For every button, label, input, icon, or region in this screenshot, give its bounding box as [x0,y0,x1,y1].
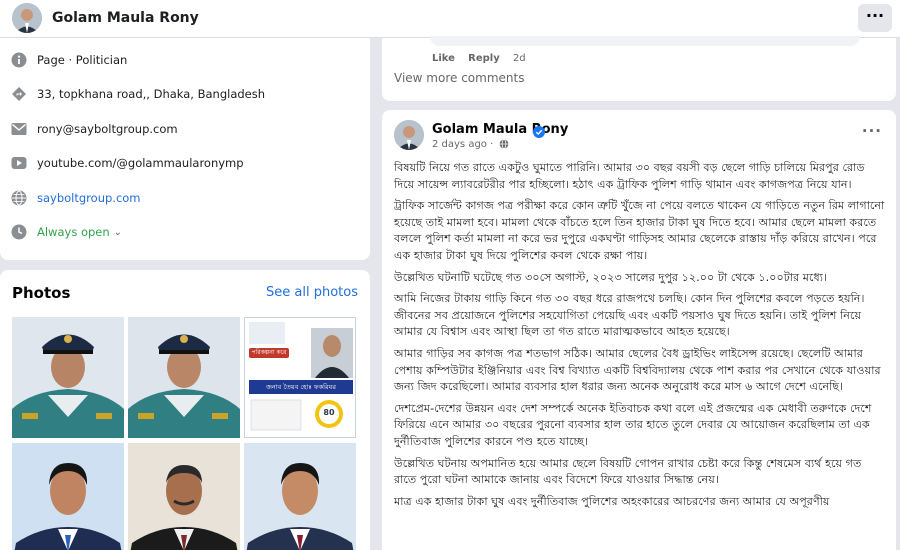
info-icon [10,51,28,69]
post-paragraph: উল্লেখিত ঘটনায় অপমানিত হয়ে আমার ছেলে ব… [394,456,862,487]
hours-text[interactable]: Always open [37,225,110,239]
comment-time[interactable]: 2d [513,53,526,64]
intro-category: Page · Politician [10,50,127,70]
post-meta[interactable]: 2 days ago · [432,139,509,152]
youtube-text[interactable]: youtube.com/@golammaularonymp [37,156,244,170]
location-pin-icon [10,85,28,103]
post-more-options-button[interactable]: ··· [862,122,882,140]
page-header: Golam Maula Rony ··· [0,0,900,38]
post-paragraph: উল্লেখিত ঘটনাটি ঘটেছে গত ৩০সে অগাস্ট, ২০… [394,270,828,284]
view-more-comments-link[interactable]: View more comments [394,71,524,85]
intro-website[interactable]: sayboltgroup.com [10,188,141,208]
poster-thumbnail[interactable]: পরিকল্পনা করে জনাব তৈয়ব হোঃ ফকরিযর 80 [244,317,356,438]
photo-thumbnail[interactable] [12,317,124,438]
poster-banner-text: পরিকল্পনা করে [251,349,287,356]
poster-line-text: জনাব তৈয়ব হোঃ ফকরিযর [266,383,336,391]
reply-comment-button[interactable]: Reply [468,53,500,64]
more-options-button[interactable]: ··· [858,4,892,32]
post-author-avatar[interactable] [394,120,424,150]
page-avatar[interactable] [12,3,42,33]
post-card: Golam Maula Rony 2 days ago · ··· বিষয়ট… [382,110,896,550]
category-text: Page · Politician [37,53,128,67]
globe-icon [10,189,28,207]
post-paragraph: বিষয়টি নিয়ে গত রাতে একটুও ঘুমাতে পারিন… [394,161,865,191]
globe-icon [499,139,509,152]
poster-badge-text: 80 [323,408,335,417]
email-text[interactable]: rony@sayboltgroup.com [37,122,178,136]
like-comment-button[interactable]: Like [432,53,455,64]
website-link[interactable]: sayboltgroup.com [37,191,141,205]
address-text: 33, topkhana road,, Dhaka, Bangladesh [37,87,266,101]
previous-post-comments: Like Reply 2d View more comments [382,36,896,101]
photo-thumbnail[interactable] [12,443,124,550]
photos-title: Photos [12,284,71,302]
intro-youtube[interactable]: youtube.com/@golammaularonymp [10,153,244,173]
verified-badge-icon [533,123,545,142]
intro-email[interactable]: rony@sayboltgroup.com [10,119,178,139]
clock-icon [10,223,28,241]
intro-card: Page · Politician 33, topkhana road,, Dh… [0,38,370,260]
post-timestamp[interactable]: 2 days ago · [432,139,493,150]
photos-card: Photos See all photos পরিকল্পনা করে জনাব… [0,270,370,550]
post-body: বিষয়টি নিয়ে গত রাতে একটুও ঘুমাতে পারিন… [394,160,886,515]
post-paragraph: মাত্র এক হাজার টাকা ঘুষ এবং দুর্নীতিবাজ … [394,494,830,508]
post-author-name[interactable]: Golam Maula Rony [432,122,568,137]
see-all-photos-link[interactable]: See all photos [266,285,358,300]
post-paragraph: ট্রাফিক সার্জেন্ট কাগজ পত্র পরীক্ষা করে … [394,199,885,262]
post-paragraph: আমি নিজের টাকায় গাড়ি কিনে গত ৩০ বছর ধর… [394,292,865,339]
chevron-down-icon[interactable]: ⌄ [114,227,122,238]
photo-thumbnail[interactable] [128,443,240,550]
photo-thumbnail[interactable] [244,443,356,550]
video-icon [10,154,28,172]
photo-thumbnail[interactable] [128,317,240,438]
comment-actions: Like Reply 2d [432,53,536,64]
intro-address: 33, topkhana road,, Dhaka, Bangladesh [10,84,265,104]
comment-bubble [430,36,860,46]
page-name[interactable]: Golam Maula Rony [52,10,199,26]
post-paragraph: দেশপ্রেম-দেশের উন্নয়ন এবং দেশ সম্পর্কে … [394,401,872,448]
intro-hours[interactable]: Always open ⌄ [10,222,122,242]
post-paragraph: আমার গাড়ির সব কাগজ পত্র শতভাগ সঠিক। আমা… [394,346,881,394]
email-icon [10,120,28,138]
